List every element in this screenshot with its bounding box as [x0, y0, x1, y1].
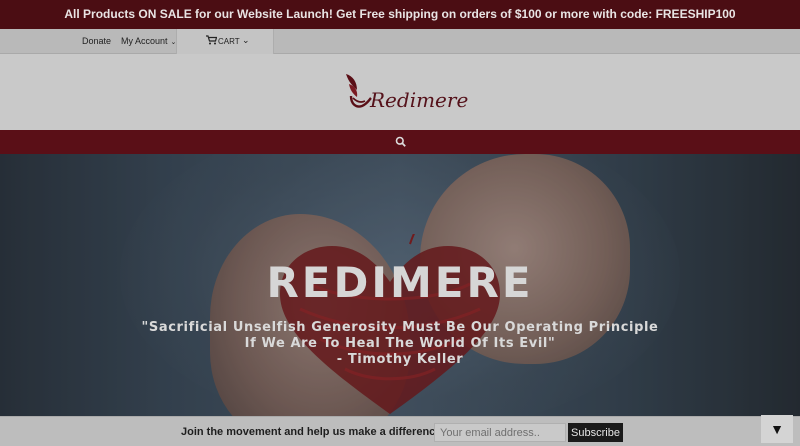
site-header: Redimere — [0, 54, 800, 130]
site-logo[interactable]: Redimere — [343, 70, 468, 114]
cart-icon — [206, 35, 218, 48]
hero-banner: REDIMERE "Sacrificial Unselfish Generosi… — [0, 154, 800, 416]
email-input[interactable] — [434, 423, 566, 442]
donate-link[interactable]: Donate — [82, 36, 111, 46]
main-nav — [0, 130, 800, 154]
cart-label: CART — [218, 37, 240, 46]
my-account-menu[interactable]: My Account ⌄ — [121, 36, 176, 46]
logo-text: Redimere — [370, 88, 469, 112]
announcement-text: All Products ON SALE for our Website Lau… — [64, 7, 736, 21]
quote-line-2: If We Are To Heal The World Of Its Evil" — [244, 336, 556, 351]
newsletter-cta: Join the movement and help us make a dif… — [181, 426, 442, 438]
hero-title: REDIMERE — [266, 258, 534, 307]
cart-button[interactable]: CART ⌄ — [176, 29, 274, 54]
logo-mark-icon — [346, 74, 372, 108]
quote-line-1: "Sacrificial Unselfish Generosity Must B… — [141, 320, 659, 335]
search-button[interactable] — [394, 135, 408, 149]
chevron-down-icon: ⌄ — [242, 35, 250, 45]
search-icon — [395, 136, 406, 147]
collapse-toggle-button[interactable]: ▼ — [761, 415, 793, 443]
triangle-down-icon: ▼ — [770, 421, 784, 437]
quote-author: - Timothy Keller — [336, 352, 464, 367]
hero-quote: "Sacrificial Unselfish Generosity Must B… — [100, 320, 700, 368]
announcement-bar: All Products ON SALE for our Website Lau… — [0, 0, 800, 29]
newsletter-bar: Join the movement and help us make a dif… — [0, 415, 800, 446]
subscribe-button[interactable]: Subscribe — [568, 423, 623, 442]
utility-bar: Donate My Account ⌄ CART ⌄ — [0, 29, 800, 54]
my-account-label: My Account — [121, 36, 168, 46]
